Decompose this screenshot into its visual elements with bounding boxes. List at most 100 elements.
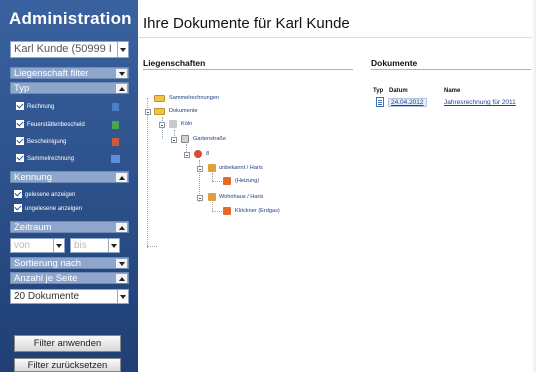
chevron-down-icon[interactable] xyxy=(116,259,127,268)
liegenschaften-rule xyxy=(143,69,353,70)
zeitraum-von-select[interactable]: von xyxy=(10,238,65,253)
collapse-toggle-icon[interactable] xyxy=(197,166,203,172)
app-window: Administration Karl Kunde (50999 I Liege… xyxy=(0,0,536,372)
title-divider xyxy=(138,37,536,38)
typ-header[interactable]: Typ xyxy=(10,82,129,94)
tree-line xyxy=(147,246,157,247)
tree-line xyxy=(147,98,148,248)
document-date-link[interactable]: 24.04.2012 xyxy=(388,98,427,107)
liegenschaft-filter-header[interactable]: Liegenschaft filter xyxy=(10,67,129,79)
typ-item-bescheinigung[interactable]: Bescheinigung xyxy=(16,137,66,147)
typ-item-label: Rechnung xyxy=(27,104,55,110)
filter-sidebar: Administration Karl Kunde (50999 I Liege… xyxy=(0,0,138,372)
zeitraum-label: Zeitraum xyxy=(14,222,52,233)
chevron-up-icon[interactable] xyxy=(116,173,127,182)
dokumente-column-header: Dokumente xyxy=(371,58,418,68)
city-icon xyxy=(169,120,177,128)
tree-node-koeln[interactable]: Köln xyxy=(181,120,192,128)
kennung-header[interactable]: Kennung xyxy=(10,171,129,183)
kennung-item-ungelesene[interactable]: ungelesene anzeigen xyxy=(14,204,82,214)
docs-column-typ: Typ xyxy=(373,88,384,94)
sortierung-header[interactable]: Sortierung nach xyxy=(10,257,129,269)
tree-line xyxy=(212,202,213,211)
zeitraum-bis-select[interactable]: bis xyxy=(70,238,120,253)
heating-icon xyxy=(223,177,231,185)
zeitraum-header[interactable]: Zeitraum xyxy=(10,221,129,233)
typ-item-label: Feuerstättenbescheid xyxy=(27,122,85,128)
tree-node-dokumente[interactable]: Dokumente xyxy=(169,107,198,115)
checkbox[interactable] xyxy=(16,120,24,129)
chevron-down-icon xyxy=(108,239,119,252)
chevron-down-icon xyxy=(53,239,64,252)
checkbox[interactable] xyxy=(14,204,22,213)
document-date[interactable]: 24.04.2012 xyxy=(388,98,427,107)
window-edge xyxy=(532,0,536,372)
kennung-item-label: gelesene anzeigen xyxy=(25,192,76,198)
document-name[interactable]: Jahresrechnung für 2011 xyxy=(444,99,516,106)
chevron-down-icon[interactable] xyxy=(116,69,127,78)
house-number-icon xyxy=(194,150,202,158)
collapse-toggle-icon[interactable] xyxy=(184,152,190,158)
checkbox[interactable] xyxy=(16,102,24,111)
collapse-toggle-icon[interactable] xyxy=(159,122,165,128)
liegenschaften-column-header: Liegenschaften xyxy=(143,58,206,68)
invoice-icon xyxy=(112,103,119,111)
checkbox[interactable] xyxy=(16,137,24,146)
collapse-toggle-icon[interactable] xyxy=(145,109,151,115)
person-select[interactable]: Karl Kunde (50999 I xyxy=(10,41,129,58)
tree-node-gartenstrasse[interactable]: Gartenstraße xyxy=(193,135,226,143)
liegenschaft-filter-label: Liegenschaft filter xyxy=(14,68,89,79)
reset-filter-button[interactable]: Filter zurücksetzen xyxy=(14,358,121,372)
collective-invoice-icon xyxy=(111,155,120,163)
typ-item-label: Bescheinigung xyxy=(27,139,67,145)
zeitraum-von-value: von xyxy=(14,240,31,251)
typ-label: Typ xyxy=(14,83,30,94)
sortierung-label: Sortierung nach xyxy=(14,258,82,269)
tree-node-8[interactable]: 8 xyxy=(206,150,209,158)
collapse-toggle-icon[interactable] xyxy=(197,195,203,201)
tree-node-kloeckner-erdgas[interactable]: Klöckner (Erdgas) xyxy=(235,207,280,215)
folder-icon xyxy=(154,95,165,102)
typ-item-rechnung[interactable]: Rechnung xyxy=(16,102,54,112)
tree-line xyxy=(162,117,163,139)
document-type-icon xyxy=(376,97,384,107)
chevron-up-icon[interactable] xyxy=(116,84,127,93)
checkbox[interactable] xyxy=(14,190,22,199)
docs-column-datum: Datum xyxy=(389,88,408,94)
certificate-icon xyxy=(112,138,119,146)
tree-line xyxy=(212,211,222,212)
typ-item-label: Sammelrechnung xyxy=(27,156,75,162)
checkbox[interactable] xyxy=(16,154,24,163)
document-name-link[interactable]: Jahresrechnung für 2011 xyxy=(444,99,516,106)
kennung-item-label: ungelesene anzeigen xyxy=(25,206,83,212)
kennung-label: Kennung xyxy=(14,172,53,183)
anzahl-header[interactable]: Anzahl je Seite xyxy=(10,272,129,284)
gas-meter-icon xyxy=(223,207,231,215)
apply-filter-button[interactable]: Filter anwenden xyxy=(14,335,121,352)
tree-node-wohnhaus-haris[interactable]: Wohnhaus / Haris xyxy=(219,193,263,201)
docs-column-name: Name xyxy=(444,88,461,94)
building-icon xyxy=(208,193,216,201)
tree-line xyxy=(212,173,213,181)
tree-node-unbekannt-haris[interactable]: unbekannt / Haris xyxy=(219,164,263,172)
chevron-up-icon[interactable] xyxy=(116,274,127,283)
sidebar-title: Administration xyxy=(9,9,132,28)
zeitraum-bis-value: bis xyxy=(74,240,87,251)
typ-item-sammelrechnung[interactable]: Sammelrechnung xyxy=(16,154,74,164)
anzahl-select[interactable]: 20 Dokumente xyxy=(10,289,129,304)
street-icon xyxy=(181,135,189,143)
page-title: Ihre Dokumente für Karl Kunde xyxy=(143,15,350,32)
typ-item-feuerstaettenbescheid[interactable]: Feuerstättenbescheid xyxy=(16,120,85,130)
chevron-up-icon[interactable] xyxy=(116,223,127,232)
anzahl-value: 20 Dokumente xyxy=(14,291,80,302)
person-select-value: Karl Kunde (50999 I xyxy=(14,43,112,55)
tree-node-heizung[interactable]: (Heizung) xyxy=(235,177,259,185)
collapse-toggle-icon[interactable] xyxy=(171,137,177,143)
kennung-item-gelesene[interactable]: gelesene anzeigen xyxy=(14,190,75,200)
building-icon xyxy=(208,164,216,172)
dokumente-rule xyxy=(371,69,531,70)
liegenschaften-tree: Sammelrechnungen Dokumente Köln Gartenst… xyxy=(140,80,360,250)
anzahl-label: Anzahl je Seite xyxy=(14,273,78,284)
tree-node-sammelrechnungen[interactable]: Sammelrechnungen xyxy=(169,94,219,102)
fireplace-doc-icon xyxy=(112,121,119,129)
